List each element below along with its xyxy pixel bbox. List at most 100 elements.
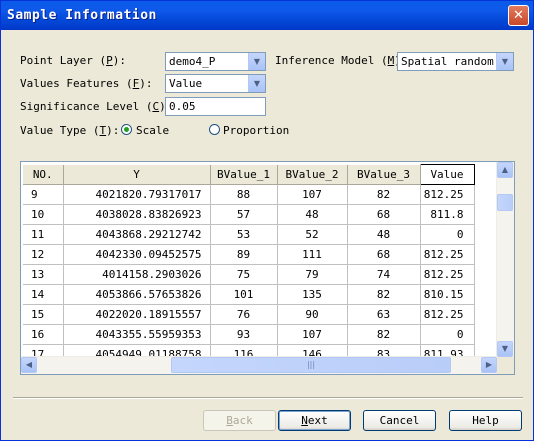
cell-bvalue-1[interactable]: 89: [210, 244, 278, 265]
cell-bvalue-3[interactable]: 82: [347, 284, 421, 305]
scale-radio-label[interactable]: Scale: [136, 124, 169, 137]
column-header-no[interactable]: NO.: [23, 164, 64, 185]
cell-bvalue-2[interactable]: 107: [277, 324, 348, 345]
cell-bvalue-3[interactable]: 74: [347, 264, 421, 285]
back-button[interactable]: Back: [203, 410, 276, 431]
cell-no[interactable]: 16: [23, 324, 64, 345]
cell-bvalue-2[interactable]: 90: [277, 304, 348, 325]
cell-value[interactable]: 812.25: [420, 304, 475, 325]
help-button[interactable]: Help: [449, 410, 522, 431]
table-row[interactable]: 14 4053866.57653826 101 135 82 810.15: [23, 284, 475, 305]
significance-level-input[interactable]: 0.05: [165, 97, 266, 116]
point-layer-combo[interactable]: demo4_P ▼: [165, 52, 266, 71]
divider: [13, 397, 523, 399]
cell-y[interactable]: 4038028.83826923: [63, 204, 211, 225]
sample-data-grid[interactable]: NO. Y BValue_1 BValue_2 BValue_3 Value 9…: [20, 161, 515, 375]
scrollbar-corner: [497, 357, 514, 374]
chevron-down-icon[interactable]: ▼: [496, 53, 513, 70]
vertical-scrollbar[interactable]: ▲ ▼: [496, 162, 514, 357]
scroll-up-icon[interactable]: ▲: [497, 162, 513, 178]
table-row[interactable]: 12 4042330.09452575 89 111 68 812.25: [23, 244, 475, 265]
scroll-left-icon[interactable]: ◀: [21, 357, 37, 373]
cell-value[interactable]: 812.25: [420, 184, 475, 205]
proportion-radio[interactable]: [209, 124, 220, 135]
cell-value[interactable]: 812.25: [420, 264, 475, 285]
inference-model-combo[interactable]: Spatial random s ▼: [397, 52, 514, 71]
table-row[interactable]: 15 4022020.18915557 76 90 63 812.25: [23, 304, 475, 325]
proportion-radio-label[interactable]: Proportion: [223, 124, 289, 137]
values-features-label: Values Features (F):: [20, 77, 153, 90]
cell-bvalue-1[interactable]: 76: [210, 304, 278, 325]
scroll-right-icon[interactable]: ▶: [481, 357, 497, 373]
close-button[interactable]: ✕: [508, 5, 529, 26]
column-header-bvalue-2[interactable]: BValue_2: [277, 164, 348, 185]
cell-y[interactable]: 4043355.55959353: [63, 324, 211, 345]
cell-bvalue-2[interactable]: 79: [277, 264, 348, 285]
cell-y[interactable]: 4053866.57653826: [63, 284, 211, 305]
cell-bvalue-1[interactable]: 93: [210, 324, 278, 345]
significance-level-label: Significance Level (C):: [20, 100, 172, 113]
cell-no[interactable]: 9: [23, 184, 64, 205]
cell-y[interactable]: 4022020.18915557: [63, 304, 211, 325]
point-layer-value: demo4_P: [169, 55, 216, 68]
vertical-scroll-thumb[interactable]: [497, 194, 513, 211]
cell-no[interactable]: 13: [23, 264, 64, 285]
table-row[interactable]: 13 4014158.2903026 75 79 74 812.25: [23, 264, 475, 285]
column-header-bvalue-3[interactable]: BValue_3: [347, 164, 421, 185]
column-header-bvalue-1[interactable]: BValue_1: [210, 164, 278, 185]
cell-no[interactable]: 10: [23, 204, 64, 225]
column-header-value[interactable]: Value: [419, 164, 475, 185]
values-features-value: Value: [169, 77, 203, 90]
cell-bvalue-1[interactable]: 101: [210, 284, 278, 305]
cell-value[interactable]: 812.25: [420, 244, 475, 265]
cell-bvalue-2[interactable]: 107: [277, 184, 348, 205]
horizontal-scrollbar[interactable]: ◀ ||| ▶: [21, 356, 497, 374]
title-bar[interactable]: Sample Information ✕: [1, 1, 533, 30]
cell-value[interactable]: 811.8: [420, 204, 475, 225]
grid-viewport: NO. Y BValue_1 BValue_2 BValue_3 Value 9…: [23, 164, 498, 358]
cell-bvalue-1[interactable]: 53: [210, 224, 278, 245]
table-row[interactable]: 9 4021820.79317017 88 107 82 812.25: [23, 184, 475, 205]
cell-value[interactable]: 0: [420, 224, 475, 245]
point-layer-label: Point Layer (P):: [20, 54, 126, 67]
cell-no[interactable]: 11: [23, 224, 64, 245]
cell-value[interactable]: 0: [420, 324, 475, 345]
cell-bvalue-3[interactable]: 48: [347, 224, 421, 245]
next-button[interactable]: Next: [278, 410, 351, 431]
cell-no[interactable]: 12: [23, 244, 64, 265]
values-features-combo[interactable]: Value ▼: [165, 74, 266, 93]
cell-bvalue-2[interactable]: 48: [277, 204, 348, 225]
cell-value[interactable]: 810.15: [420, 284, 475, 305]
table-row[interactable]: 16 4043355.55959353 93 107 82 0: [23, 324, 475, 345]
cell-bvalue-2[interactable]: 135: [277, 284, 348, 305]
cell-y[interactable]: 4014158.2903026: [63, 264, 211, 285]
sample-table: NO. Y BValue_1 BValue_2 BValue_3 Value 9…: [23, 164, 475, 358]
sample-information-dialog: Sample Information ✕ Point Layer (P): de…: [0, 0, 534, 441]
cell-bvalue-3[interactable]: 68: [347, 244, 421, 265]
horizontal-scroll-thumb[interactable]: |||: [171, 357, 451, 373]
cell-bvalue-3[interactable]: 63: [347, 304, 421, 325]
cell-bvalue-2[interactable]: 111: [277, 244, 348, 265]
scroll-down-icon[interactable]: ▼: [497, 341, 513, 357]
cell-y[interactable]: 4042330.09452575: [63, 244, 211, 265]
cell-bvalue-1[interactable]: 75: [210, 264, 278, 285]
column-header-y[interactable]: Y: [63, 164, 211, 185]
table-row[interactable]: 10 4038028.83826923 57 48 68 811.8: [23, 204, 475, 225]
cell-no[interactable]: 15: [23, 304, 64, 325]
cell-bvalue-3[interactable]: 68: [347, 204, 421, 225]
chevron-down-icon[interactable]: ▼: [248, 53, 265, 70]
cell-bvalue-2[interactable]: 52: [277, 224, 348, 245]
cancel-button[interactable]: Cancel: [363, 410, 436, 431]
scale-radio[interactable]: [121, 124, 132, 135]
cell-y[interactable]: 4021820.79317017: [63, 184, 211, 205]
cell-bvalue-1[interactable]: 88: [210, 184, 278, 205]
table-row[interactable]: 11 4043868.29212742 53 52 48 0: [23, 224, 475, 245]
chevron-down-icon[interactable]: ▼: [248, 75, 265, 92]
cell-y[interactable]: 4043868.29212742: [63, 224, 211, 245]
table-header-row: NO. Y BValue_1 BValue_2 BValue_3 Value: [23, 164, 475, 185]
cell-bvalue-3[interactable]: 82: [347, 184, 421, 205]
cell-bvalue-3[interactable]: 82: [347, 324, 421, 345]
close-icon: ✕: [513, 8, 524, 23]
cell-bvalue-1[interactable]: 57: [210, 204, 278, 225]
cell-no[interactable]: 14: [23, 284, 64, 305]
